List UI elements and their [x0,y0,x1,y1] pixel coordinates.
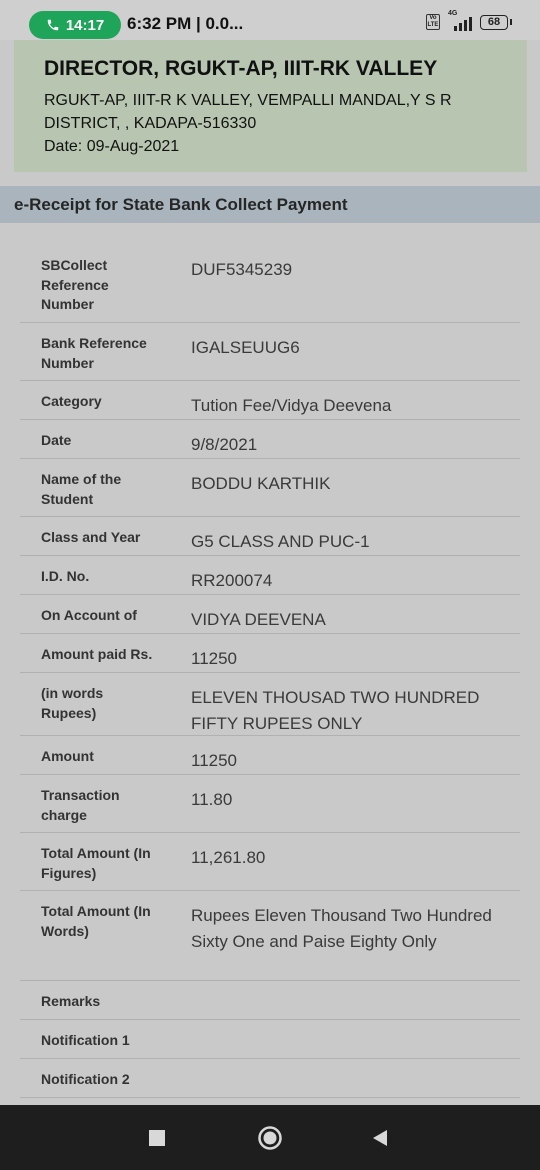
row-value: ELEVEN THOUSAD TWO HUNDRED FIFTY RUPEES … [191,688,480,733]
row-label: Date [41,432,72,448]
row-value: 9/8/2021 [191,435,258,454]
row-label: Transaction charge [41,787,120,823]
table-row: Class and Year G5 CLASS AND PUC-1 [20,517,520,556]
row-label: Amount [41,748,94,764]
row-label: On Account of [41,607,137,623]
table-row: Total Amount (In Words) Rupees Eleven Th… [20,891,520,981]
table-row: Notification 2 [20,1059,520,1098]
status-time: 6:32 PM | 0.0... [127,14,244,33]
table-row: Amount 11250 [20,736,520,775]
institution-title: DIRECTOR, RGUKT-AP, IIIT-RK VALLEY [44,57,438,80]
table-row: (in words Rupees) ELEVEN THOUSAD TWO HUN… [20,673,520,736]
receipt-date: Date: 09-Aug-2021 [44,138,180,155]
table-row: Category Tution Fee/Vidya Deevena [20,381,520,420]
row-label: Remarks [41,993,101,1009]
row-label: Notification 2 [41,1071,130,1087]
status-bar: 14:17 6:32 PM | 0.0... Vo LTE 4G 68 [0,0,540,40]
table-row: Bank Reference Number IGALSEUUG6 [20,323,520,381]
call-duration: 14:17 [65,16,105,34]
table-row: Notification 1 [20,1020,520,1059]
back-triangle-icon[interactable] [367,1125,393,1151]
receipt-header: DIRECTOR, RGUKT-AP, IIIT-RK VALLEY RGUKT… [14,40,527,172]
row-label: Category [41,393,102,409]
home-circle-icon[interactable] [257,1125,283,1151]
section-title: e-Receipt for State Bank Collect Payment [0,186,540,223]
row-value: 11,261.80 [191,848,266,867]
table-row: I.D. No. RR200074 [20,556,520,595]
battery-level: 68 [487,15,501,28]
row-value: 11250 [191,649,238,668]
row-value: BODDU KARTHIK [191,474,331,493]
table-row: On Account of VIDYA DEEVENA [20,595,520,634]
battery-icon: 68 [480,14,512,30]
volte-icon: Vo LTE [426,14,440,30]
table-row: SBCollect Reference Number DUF5345239 [20,245,520,323]
address-line-1: RGUKT-AP, IIIT-R K VALLEY, VEMPALLI MAND… [44,92,452,109]
address-line-2: DISTRICT, , KADAPA-516330 [44,115,257,132]
receipt-table: SBCollect Reference Number DUF5345239 Ba… [20,245,520,1098]
row-value: Tution Fee/Vidya Deevena [191,396,392,415]
signal-icon: 4G [446,10,474,31]
row-label: Total Amount (In Words) [41,903,151,939]
row-label: SBCollect Reference Number [41,257,109,312]
row-label: Notification 1 [41,1032,130,1048]
row-value: G5 CLASS AND PUC-1 [191,532,370,551]
row-value: 11.80 [191,790,233,809]
navigation-bar [0,1105,540,1170]
table-row: Total Amount (In Figures) 11,261.80 [20,833,520,891]
institution-address: RGUKT-AP, IIIT-R K VALLEY, VEMPALLI MAND… [44,89,527,135]
row-label: Class and Year [41,529,141,545]
row-value: Rupees Eleven Thousand Two Hundred Sixty… [191,906,492,951]
row-value: RR200074 [191,571,273,590]
table-row: Name of the Student BODDU KARTHIK [20,459,520,517]
table-row: Amount paid Rs. 11250 [20,634,520,673]
row-value: VIDYA DEEVENA [191,610,326,629]
table-row: Transaction charge 11.80 [20,775,520,833]
recents-square-icon[interactable] [144,1125,170,1151]
row-label: Name of the Student [41,471,122,507]
ongoing-call-pill[interactable]: 14:17 [29,11,121,39]
table-row: Date 9/8/2021 [20,420,520,459]
row-label: Total Amount (In Figures) [41,845,151,881]
row-label: Amount paid Rs. [41,646,153,662]
row-value: DUF5345239 [191,260,293,279]
row-label: (in words Rupees) [41,685,104,721]
row-value: IGALSEUUG6 [191,338,300,357]
row-label: I.D. No. [41,568,90,584]
row-value: 11250 [191,751,238,770]
status-icons: Vo LTE 4G 68 [426,10,512,31]
phone-icon [47,19,59,31]
table-row: Remarks [20,981,520,1020]
row-label: Bank Reference Number [41,335,147,371]
network-type: 4G [448,10,458,17]
